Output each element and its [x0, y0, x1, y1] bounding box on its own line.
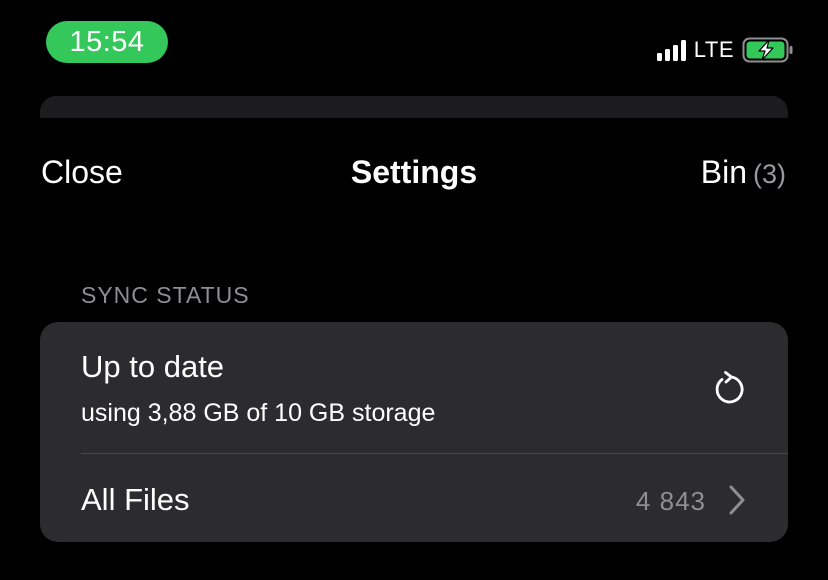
refresh-icon[interactable] — [710, 370, 748, 408]
background-sheet-edge — [40, 96, 788, 118]
bin-label: Bin — [700, 154, 747, 190]
battery-charging-icon — [742, 37, 793, 63]
sync-status-header: SYNC STATUS — [81, 282, 250, 308]
network-type: LTE — [693, 37, 734, 62]
bin-button[interactable]: Bin (3) — [701, 154, 786, 191]
sync-card: Up to date using 3,88 GB of 10 GB storag… — [40, 322, 788, 542]
status-time-pill[interactable]: 15:54 — [46, 21, 168, 63]
navigation-bar: Close Settings Bin (3) — [0, 150, 828, 196]
storage-usage-text: using 3,88 GB of 10 GB storage — [81, 399, 436, 427]
signal-icon — [656, 39, 686, 61]
all-files-count: 4 843 — [635, 486, 706, 516]
bin-count: (3) — [753, 159, 786, 189]
sync-status-title: Up to date — [81, 349, 225, 384]
chevron-right-icon — [729, 485, 745, 515]
status-time: 15:54 — [69, 25, 145, 58]
status-indicators: LTE — [656, 36, 794, 64]
settings-screen: 15:54 LTE Close Settings Bin (3) SYNC STA… — [0, 0, 828, 580]
all-files-row[interactable]: All Files 4 843 — [40, 454, 788, 542]
all-files-label: All Files — [81, 482, 190, 517]
sync-status-row: Up to date using 3,88 GB of 10 GB storag… — [40, 322, 788, 453]
